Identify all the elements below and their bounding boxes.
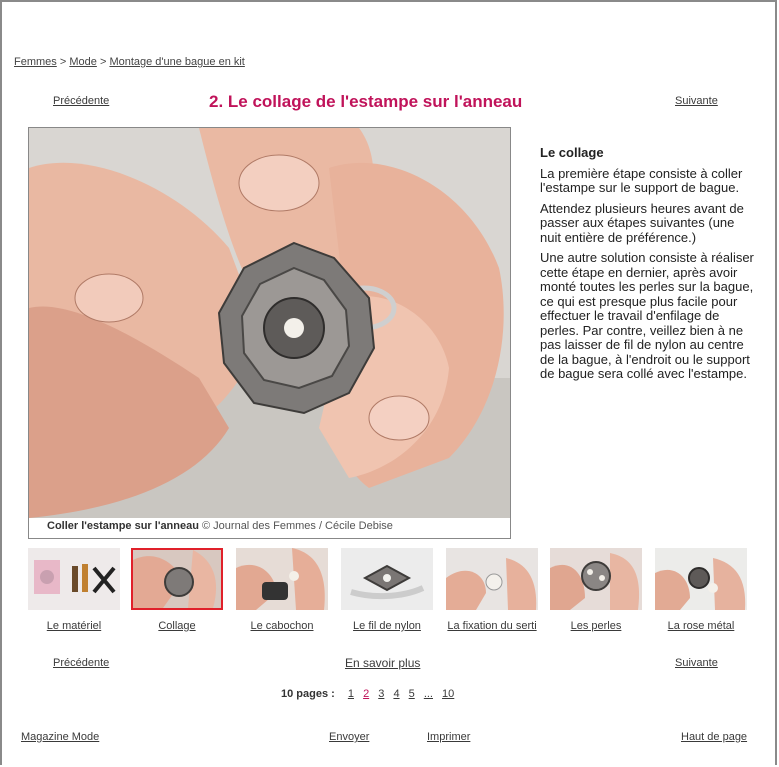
thumbnail-image[interactable] — [341, 548, 433, 610]
breadcrumb-montage-link[interactable]: Montage d'une bague en kit — [109, 56, 244, 68]
thumbnail-label[interactable]: Le matériel — [16, 620, 132, 632]
page-link-current[interactable]: 2 — [363, 688, 369, 700]
thumbnail-rose-metal[interactable]: La rose métal — [655, 548, 747, 632]
breadcrumb-femmes-link[interactable]: Femmes — [14, 56, 57, 68]
thumbnail-image[interactable] — [28, 548, 120, 610]
next-link-bottom[interactable]: Suivante — [675, 657, 718, 669]
print-link[interactable]: Imprimer — [427, 731, 470, 743]
breadcrumb-separator: > — [99, 56, 107, 68]
thumbnail-label[interactable]: Les perles — [538, 620, 654, 632]
page-link[interactable]: 3 — [378, 688, 384, 700]
page-link[interactable]: 1 — [348, 688, 354, 700]
page-link-ellipsis[interactable]: ... — [424, 688, 433, 700]
previous-link-bottom[interactable]: Précédente — [53, 657, 109, 669]
breadcrumb-mode-link[interactable]: Mode — [69, 56, 97, 68]
thumbnail-image[interactable] — [655, 548, 747, 610]
more-info-link[interactable]: En savoir plus — [345, 656, 420, 670]
page-link[interactable]: 5 — [409, 688, 415, 700]
photo-caption-credit: © Journal des Femmes / Cécile Debise — [202, 520, 393, 532]
thumbnail-fixation-du-serti[interactable]: La fixation du serti — [446, 548, 538, 632]
photo-caption-title: Coller l'estampe sur l'anneau — [47, 520, 199, 532]
step-paragraph: La première étape consiste à coller l'es… — [540, 165, 743, 195]
step-description: Le collage La première étape consiste à … — [540, 145, 756, 388]
thumbnail-strip: Le matériel Collage Le cabochon Le fil d… — [28, 548, 748, 640]
pagination: 10 pages : 1 2 3 4 5 ... 10 — [281, 688, 454, 700]
thumbnail-image[interactable] — [236, 548, 328, 610]
thumbnail-cabochon[interactable]: Le cabochon — [236, 548, 328, 632]
thumbnail-image[interactable] — [550, 548, 642, 610]
thumbnail-collage[interactable]: Collage — [131, 548, 223, 632]
photo-caption: Coller l'estampe sur l'anneau © Journal … — [47, 520, 393, 532]
thumbnail-label[interactable]: Le cabochon — [224, 620, 340, 632]
thumbnail-label[interactable]: La fixation du serti — [434, 620, 550, 632]
page-link[interactable]: 10 — [442, 688, 454, 700]
next-link-top[interactable]: Suivante — [675, 95, 718, 107]
page-link[interactable]: 4 — [393, 688, 399, 700]
step-paragraph: Attendez plusieurs heures avant de passe… — [540, 200, 744, 245]
thumbnail-fil-de-nylon[interactable]: Le fil de nylon — [341, 548, 433, 632]
main-photo: Coller l'estampe sur l'anneau © Journal … — [28, 127, 511, 539]
magazine-mode-link[interactable]: Magazine Mode — [21, 731, 99, 743]
send-link[interactable]: Envoyer — [329, 731, 369, 743]
pagination-label: 10 pages : — [281, 688, 335, 700]
thumbnail-image[interactable] — [131, 548, 223, 610]
breadcrumb-separator: > — [59, 56, 67, 68]
previous-link-top[interactable]: Précédente — [53, 95, 109, 107]
page-title: 2. Le collage de l'estampe sur l'anneau — [209, 92, 523, 111]
step-paragraph: Une autre solution consiste à réaliser c… — [540, 250, 754, 381]
thumbnail-label[interactable]: Collage — [119, 620, 235, 632]
thumbnail-materiel[interactable]: Le matériel — [28, 548, 120, 632]
thumbnail-label[interactable]: La rose métal — [643, 620, 759, 632]
back-to-top-link[interactable]: Haut de page — [681, 731, 747, 743]
thumbnail-label[interactable]: Le fil de nylon — [329, 620, 445, 632]
ring-gluing-image — [29, 128, 510, 518]
breadcrumb: Femmes > Mode > Montage d'une bague en k… — [14, 56, 245, 68]
thumbnail-perles[interactable]: Les perles — [550, 548, 642, 632]
step-heading: Le collage — [540, 145, 604, 160]
thumbnail-image[interactable] — [446, 548, 538, 610]
